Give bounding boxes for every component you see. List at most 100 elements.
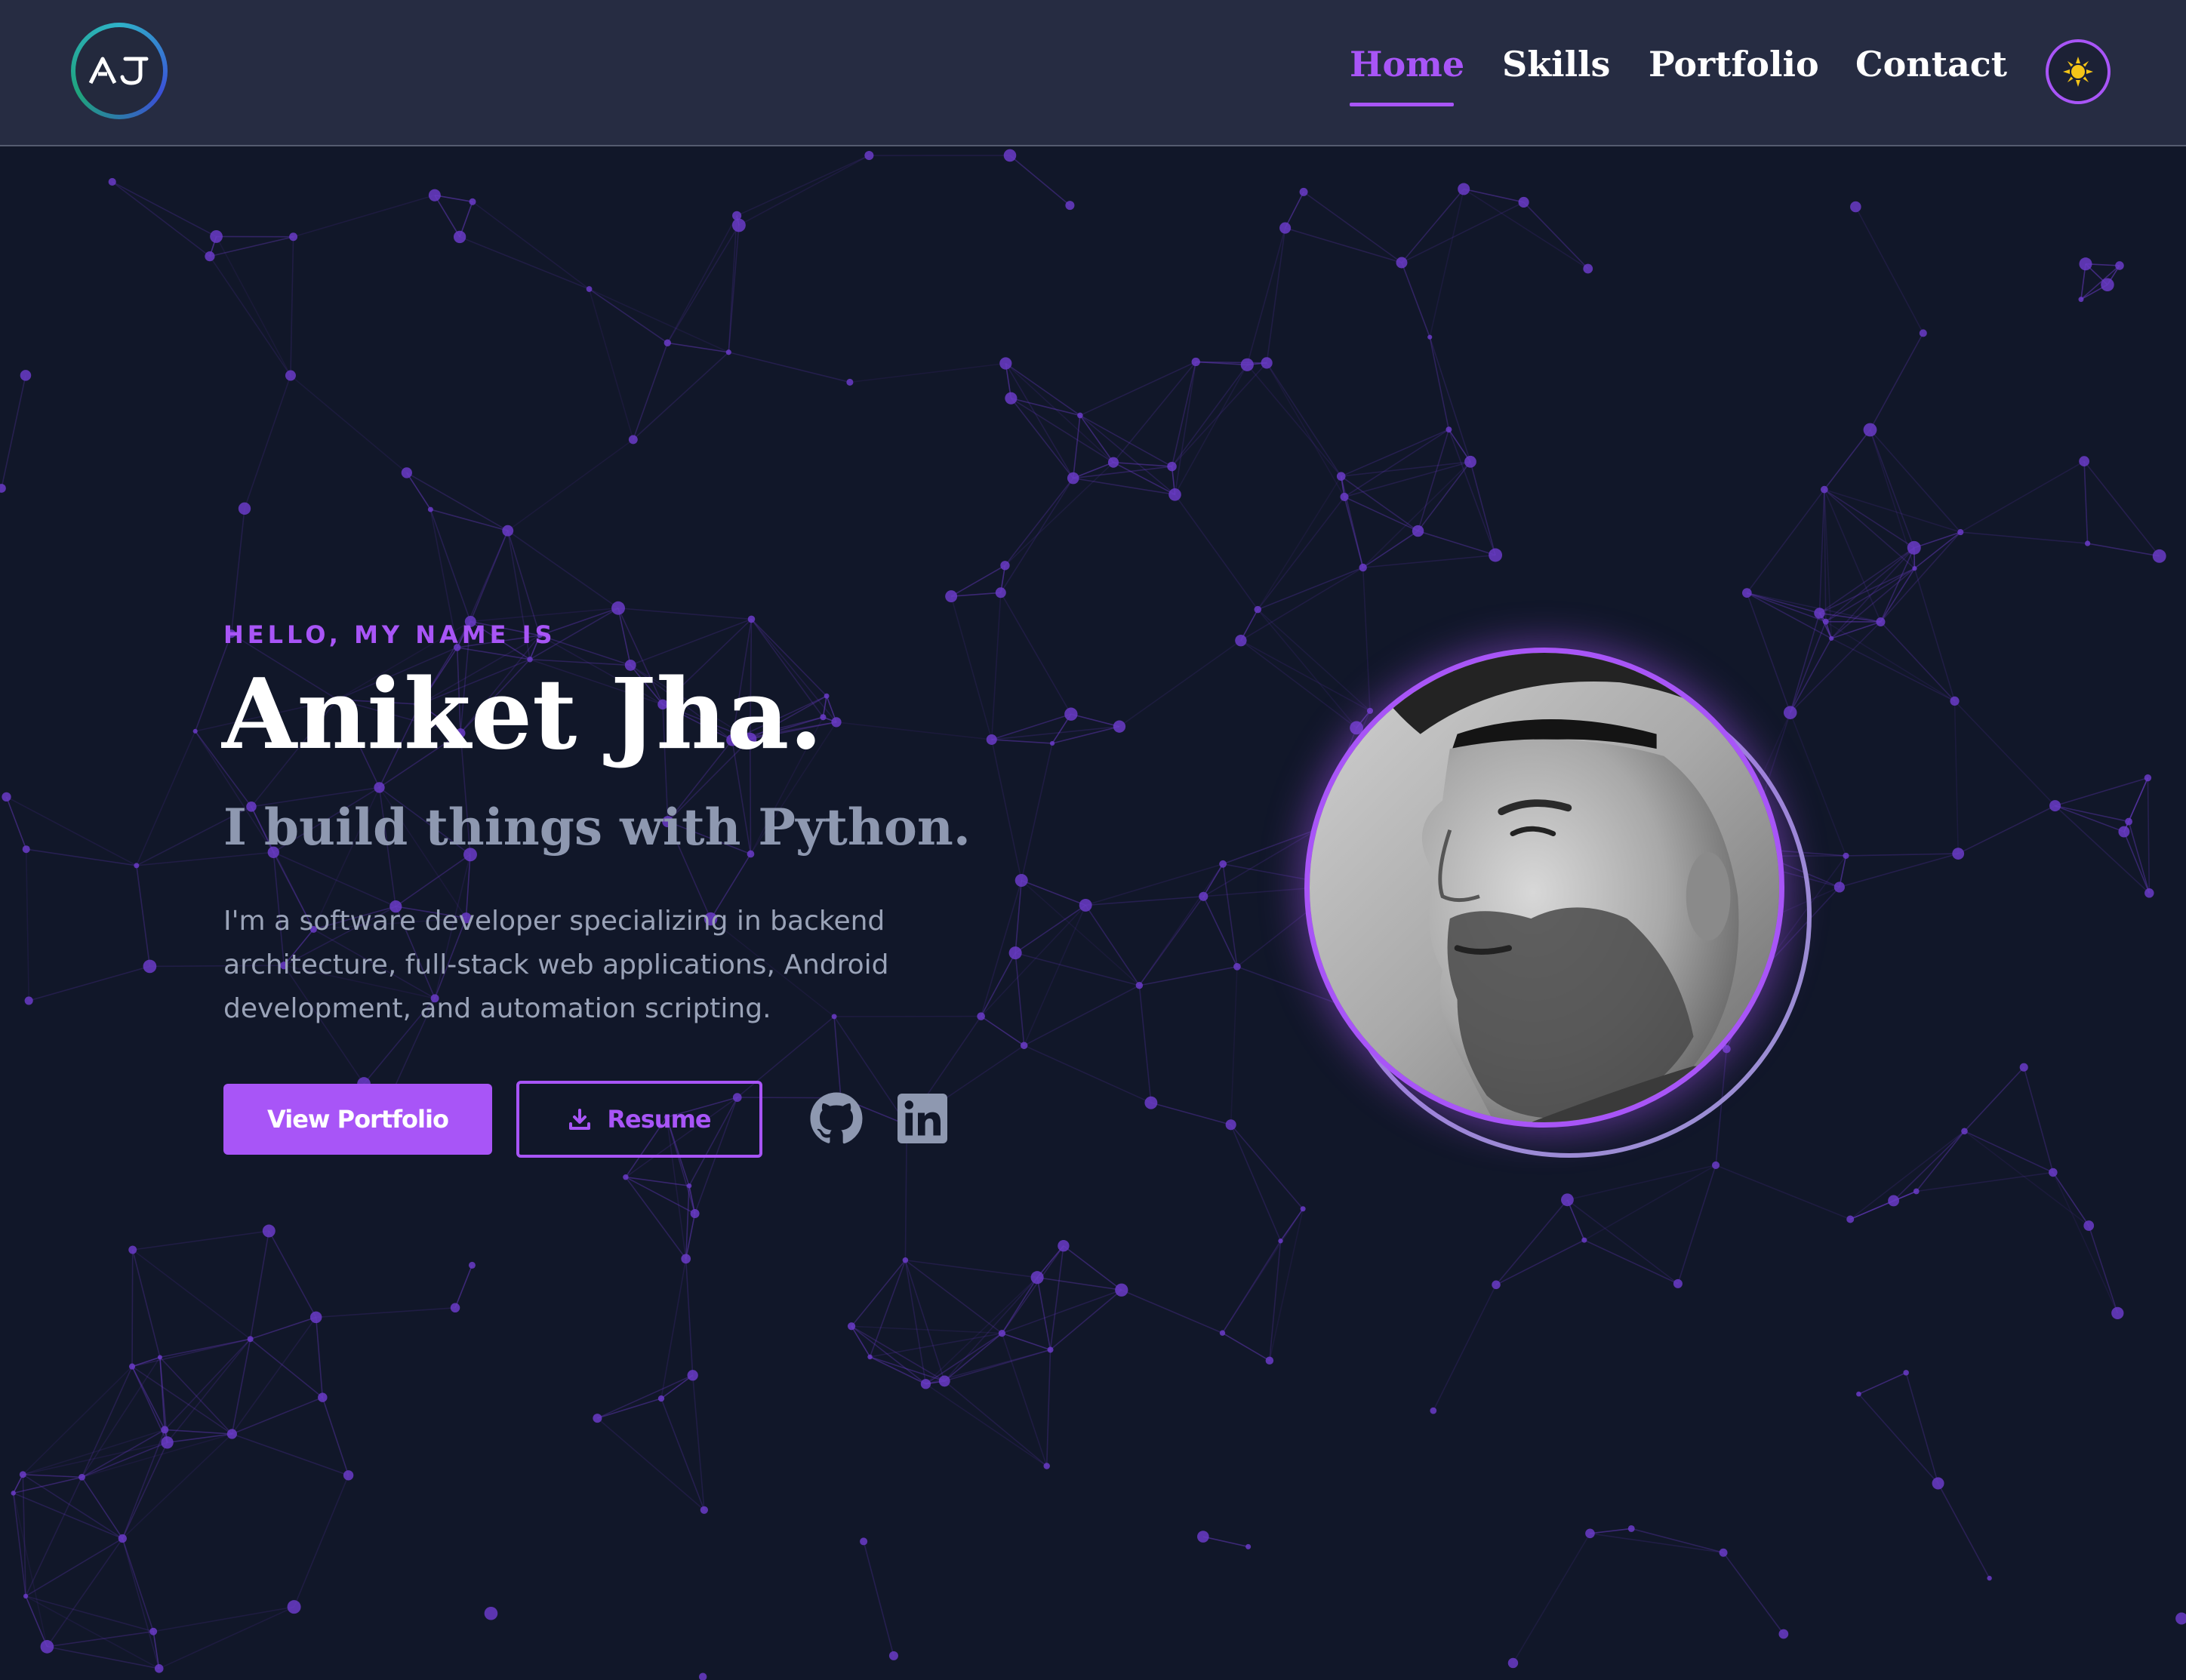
network-link (1846, 853, 1959, 857)
network-link (836, 722, 992, 740)
network-node (1814, 608, 1825, 619)
logo-monogram (75, 27, 163, 115)
network-node (681, 1254, 691, 1264)
network-link (1523, 202, 1589, 269)
network-link (851, 1260, 907, 1327)
network-link (1893, 1131, 1966, 1202)
network-node (1430, 1407, 1437, 1414)
network-link (272, 851, 396, 907)
network-link (990, 592, 1002, 740)
network-link (1960, 531, 2088, 544)
network-link (1858, 1372, 1907, 1395)
network-node (1829, 635, 1834, 642)
network-link (597, 1398, 662, 1419)
network-link (728, 225, 740, 352)
network-link (685, 1258, 694, 1376)
network-link (25, 1595, 48, 1648)
network-link (1869, 429, 1961, 533)
network-link (472, 201, 590, 290)
network-node (1783, 706, 1797, 719)
network-link (1954, 700, 2056, 807)
network-node (128, 1363, 136, 1370)
theme-toggle-button[interactable] (2046, 39, 2111, 104)
network-node (1299, 187, 1308, 196)
linkedin-link[interactable] (895, 1091, 950, 1146)
hero-tagline: I build things with Python. (223, 798, 971, 857)
network-node (1340, 492, 1349, 501)
network-node (824, 693, 830, 699)
network-link (1285, 227, 1402, 263)
network-link (122, 1538, 154, 1632)
network-link (1230, 1124, 1304, 1210)
network-node (502, 525, 514, 537)
network-link (1, 375, 26, 489)
network-link (1964, 1131, 2089, 1226)
network-link (1495, 1239, 1585, 1286)
network-node (1950, 696, 1960, 706)
github-link[interactable] (809, 1091, 864, 1146)
network-link (990, 739, 1023, 881)
network-link (1079, 414, 1172, 467)
network-link (660, 1398, 705, 1511)
network-link (1567, 1165, 1716, 1201)
network-node (484, 1606, 498, 1620)
site-logo[interactable] (71, 23, 168, 119)
network-link (981, 1015, 1025, 1046)
nav-skills[interactable]: Skills (1502, 44, 1610, 85)
network-link (1221, 1240, 1282, 1334)
network-link (1005, 363, 1074, 478)
network-node (1254, 605, 1262, 614)
network-node (999, 357, 1012, 370)
network-node (192, 728, 198, 734)
sun-icon (2063, 57, 2093, 87)
network-node (1191, 357, 1200, 367)
network-link (625, 1177, 695, 1214)
network-link (122, 1442, 168, 1539)
resume-button[interactable]: Resume (516, 1081, 762, 1158)
network-node (401, 467, 412, 478)
network-node (1366, 707, 1374, 714)
network-link (1869, 429, 1915, 549)
nav-home[interactable]: Home (1350, 44, 1464, 85)
network-link (1362, 554, 1496, 568)
network-link (1085, 895, 1204, 906)
network-node (593, 1414, 602, 1423)
network-node (1047, 1346, 1054, 1353)
hero-eyebrow: HELLO, MY NAME IS (223, 620, 556, 649)
network-node (128, 1245, 137, 1254)
network-node (1235, 634, 1247, 647)
network-link (667, 215, 737, 343)
network-node (287, 1600, 301, 1614)
network-node (2152, 549, 2166, 563)
network-node (1863, 423, 1877, 437)
network-node (2144, 774, 2152, 782)
network-link (1825, 547, 1915, 623)
network-link (1021, 743, 1053, 881)
network-node (1846, 1215, 1855, 1223)
view-portfolio-button[interactable]: View Portfolio (223, 1084, 492, 1155)
network-link (2088, 1225, 2119, 1314)
network-node (2125, 817, 2132, 826)
profile-portrait (1310, 653, 1779, 1122)
nav-contact[interactable]: Contact (1855, 44, 2007, 85)
network-link (1024, 1045, 1152, 1103)
network-link (25, 849, 29, 1001)
network-node (611, 601, 625, 615)
network-link (1266, 227, 1286, 363)
network-node (1219, 1330, 1226, 1336)
nav-portfolio[interactable]: Portfolio (1649, 44, 1819, 85)
network-node (1336, 472, 1346, 481)
network-link (2083, 460, 2160, 557)
network-node (1225, 1119, 1236, 1131)
network-link (1037, 1276, 1122, 1291)
network-link (290, 236, 294, 376)
network-link (589, 288, 668, 343)
network-link (1009, 155, 1070, 206)
network-node (1067, 472, 1079, 485)
network-node (1903, 1370, 1909, 1376)
network-link (597, 1374, 694, 1419)
network-node (846, 378, 854, 386)
network-node (657, 1395, 665, 1402)
network-node (1065, 201, 1075, 211)
network-link (851, 1325, 926, 1385)
